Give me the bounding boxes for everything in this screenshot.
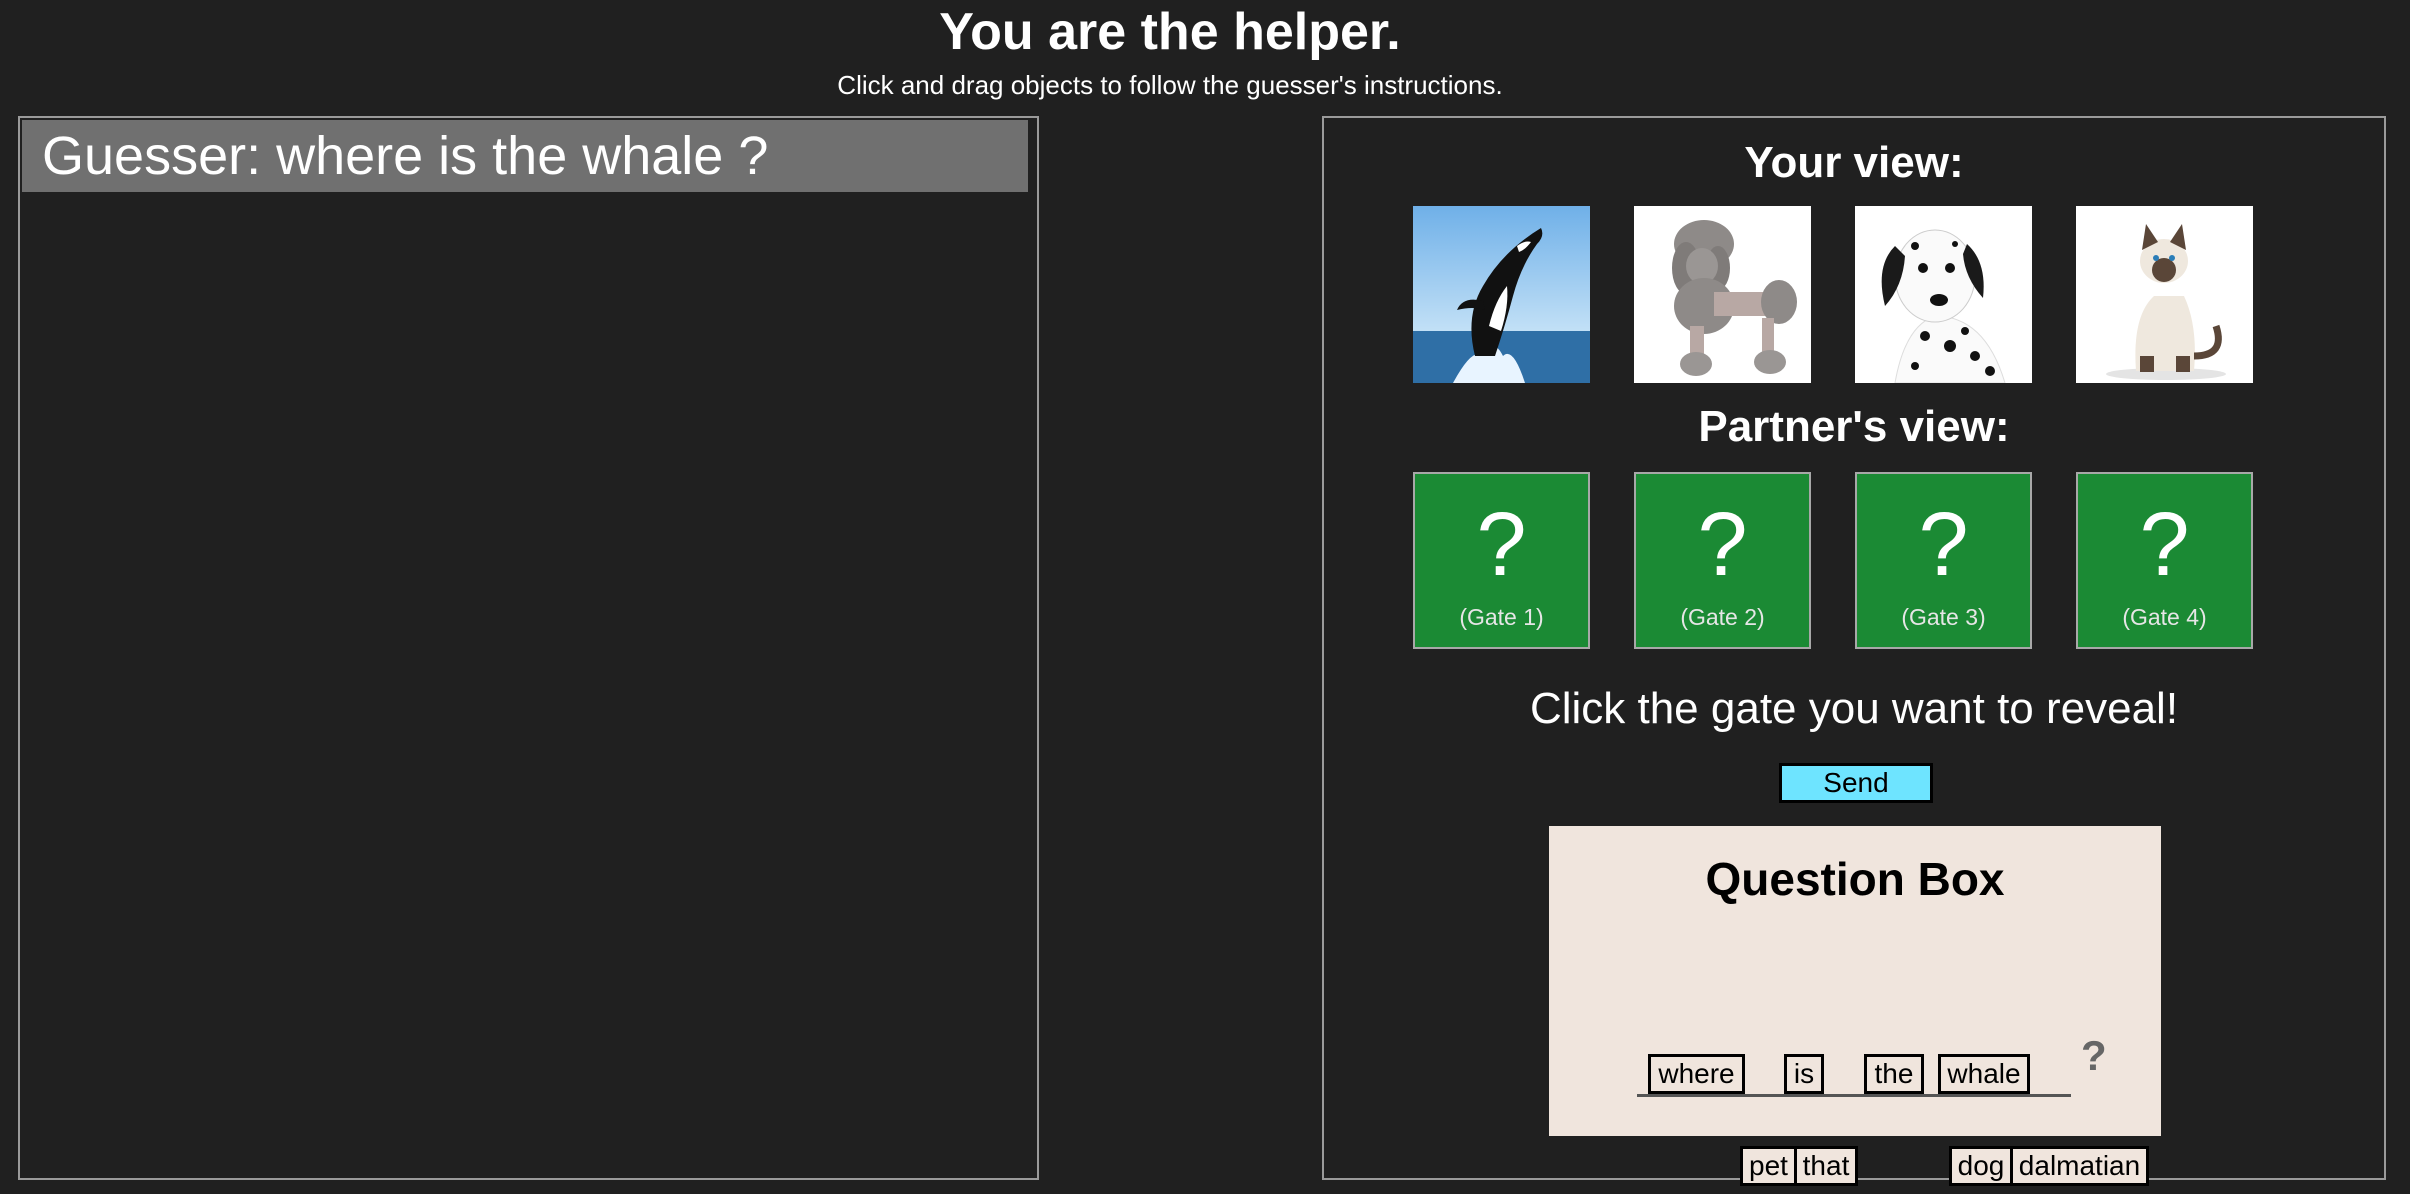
page-title: You are the helper.: [939, 3, 1401, 61]
question-icon: ?: [1697, 495, 1748, 595]
gate-1-button[interactable]: ? (Gate 1): [1413, 472, 1590, 649]
cat-image[interactable]: [2076, 206, 2253, 383]
chat-message: Guesser: where is the whale ?: [22, 120, 1028, 192]
chat-panel: Guesser: where is the whale ?: [18, 116, 1039, 1180]
poodle-image[interactable]: [1634, 206, 1811, 383]
gate-4-button[interactable]: ? (Gate 4): [2076, 472, 2253, 649]
question-mark-token[interactable]: ?: [2081, 1032, 2107, 1080]
your-view-heading: Your view:: [1744, 138, 1964, 187]
sentence-word-where[interactable]: where: [1648, 1054, 1745, 1094]
bank-word-dalmatian[interactable]: dalmatian: [2010, 1146, 2149, 1186]
page-subtitle: Click and drag objects to follow the gue…: [837, 70, 1503, 100]
bank-word-pet[interactable]: pet: [1740, 1146, 1797, 1186]
dalmatian-image[interactable]: [1855, 206, 2032, 383]
instruction-text: Click the gate you want to reveal!: [1529, 684, 2179, 733]
sentence-word-the[interactable]: the: [1864, 1054, 1924, 1094]
question-icon: ?: [2139, 495, 2190, 595]
gate-label: (Gate 2): [1680, 604, 1765, 630]
sentence-word-whale[interactable]: whale: [1938, 1054, 2030, 1094]
sentence-line: [1637, 1094, 2071, 1097]
bank-word-that[interactable]: that: [1794, 1146, 1858, 1186]
question-icon: ?: [1476, 495, 1527, 595]
gate-label: (Gate 3): [1901, 604, 1986, 630]
question-box-title: Question Box: [1705, 853, 2005, 905]
question-icon: ?: [1918, 495, 1969, 595]
bank-word-dog[interactable]: dog: [1949, 1146, 2013, 1186]
game-panel: Your view: Partner's view: ? (Gate 1) ? …: [1322, 116, 2386, 1186]
gate-2-button[interactable]: ? (Gate 2): [1634, 472, 1811, 649]
gate-3-button[interactable]: ? (Gate 3): [1855, 472, 2032, 649]
gate-label: (Gate 1): [1459, 604, 1544, 630]
whale-image[interactable]: [1413, 206, 1590, 383]
sentence-word-is[interactable]: is: [1784, 1054, 1824, 1094]
partners-view-heading: Partner's view:: [1698, 402, 2010, 451]
send-button[interactable]: Send: [1779, 763, 1933, 803]
question-box: Question Box where is the whale ? pet th…: [1549, 826, 2161, 1186]
gate-label: (Gate 4): [2122, 604, 2207, 630]
